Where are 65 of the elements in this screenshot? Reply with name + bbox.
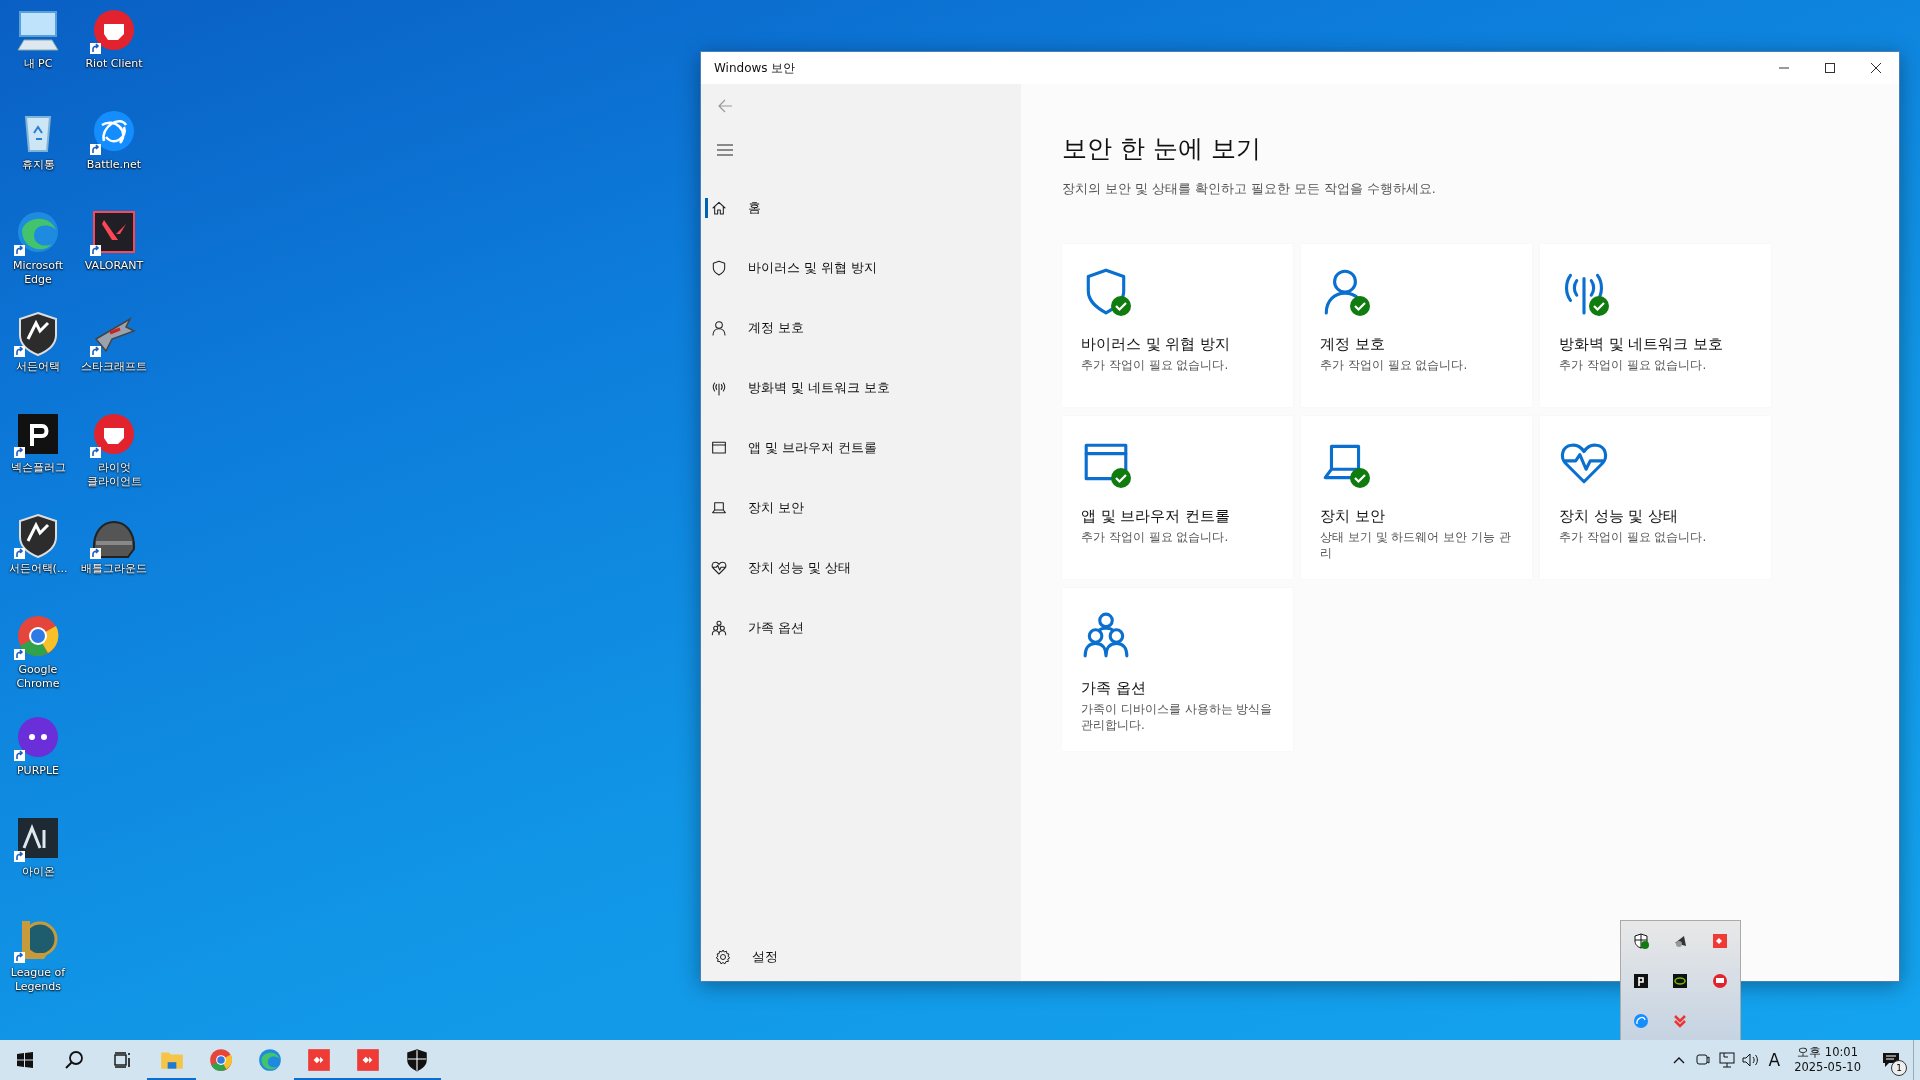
clock[interactable]: 오후 10:01 2025-05-10	[1786, 1040, 1869, 1080]
search-icon	[63, 1050, 84, 1070]
laptop-icon	[711, 500, 727, 516]
nav-item[interactable]: 장치 보안	[705, 498, 1021, 518]
settings-icon	[715, 949, 731, 965]
task-view-icon	[113, 1052, 132, 1068]
browser-icon	[256, 1047, 283, 1073]
antenna-icon	[711, 380, 727, 396]
desktop-icon-label[interactable]: Battle.net	[86, 158, 142, 172]
status-card[interactable]: 앱 및 브라우저 컨트롤 추가 작업이 필요 없습니다.	[1062, 416, 1293, 579]
nav-item[interactable]: 장치 성능 및 상태	[705, 558, 1021, 578]
back-arrow-icon	[717, 98, 733, 114]
family-icon	[711, 620, 727, 636]
app-icon	[90, 208, 138, 256]
home-icon	[711, 200, 727, 216]
app-icon	[354, 1047, 381, 1073]
nav-item[interactable]: 바이러스 및 위협 방지	[705, 258, 1021, 278]
camera-icon	[1695, 1052, 1710, 1068]
browser-window-icon	[711, 440, 727, 456]
caret-icon	[1672, 1056, 1685, 1064]
desktop-icon-label[interactable]: VALORANT	[84, 259, 144, 273]
maximize-icon	[1825, 63, 1835, 73]
volume-icon	[1741, 1052, 1760, 1068]
window-title: Windows 보안	[713, 59, 797, 77]
desktop-icon-label[interactable]: 라이엇 클라이언트	[77, 461, 151, 489]
desktop-icon-label[interactable]: Riot Client	[85, 57, 143, 71]
desktop-icon-label[interactable]: 서든어택(...	[8, 562, 68, 576]
status-card[interactable]: 바이러스 및 위협 방지 추가 작업이 필요 없습니다.	[1062, 244, 1293, 407]
desktop-icon-label[interactable]: 휴지통	[21, 158, 55, 172]
desktop-icon-label[interactable]: PURPLE	[16, 764, 59, 778]
shield-icon	[711, 260, 727, 276]
page-heading: 보안 한 눈에 보기	[1062, 133, 1262, 165]
status-card[interactable]: 방화벽 및 네트워크 보호 추가 작업이 필요 없습니다.	[1540, 244, 1771, 407]
notification-count: 1	[1891, 1060, 1907, 1076]
menu-icon	[717, 144, 733, 156]
desktop-icon-label[interactable]: Google Chrome	[1, 663, 75, 691]
desktop-icon-label[interactable]: 스타크래프트	[81, 360, 147, 374]
status-card[interactable]: 계정 보호 추가 작업이 필요 없습니다.	[1301, 244, 1532, 407]
person-icon	[711, 320, 727, 336]
heart-pulse-icon	[711, 560, 727, 576]
status-card[interactable]: 장치 성능 및 상태 추가 작업이 필요 없습니다.	[1540, 416, 1771, 579]
page-description: 장치의 보안 및 상태를 확인하고 필요한 모든 작업을 수행하세요.	[1062, 181, 1437, 198]
desktop-icon-label[interactable]: 서든어택	[16, 360, 60, 374]
desktop-icon-label[interactable]: 넥슨플러그	[10, 461, 66, 475]
desktop-icon-label[interactable]: Microsoft Edge	[1, 259, 75, 287]
nav-item[interactable]: 앱 및 브라우저 컨트롤	[705, 438, 1021, 458]
download-arrow-icon[interactable]	[1672, 1013, 1689, 1029]
status-card[interactable]: 가족 옵션 가족이 디바이스를 사용하는 방식을 관리합니다.	[1062, 588, 1293, 751]
status-card[interactable]: 장치 보안 상태 보기 및 하드웨어 보안 기능 관리	[1301, 416, 1532, 579]
desktop-icon-label[interactable]: 내 PC	[23, 57, 53, 71]
nav-item[interactable]: 가족 옵션	[705, 618, 1021, 638]
network-icon	[1718, 1052, 1735, 1068]
settings-button[interactable]: 설정	[705, 937, 1021, 977]
shield-icon[interactable]	[1632, 933, 1649, 949]
app-icon	[305, 1047, 332, 1073]
start-icon	[16, 1052, 33, 1068]
nav-item[interactable]: 방화벽 및 네트워크 보호	[705, 378, 1021, 398]
desktop-icon-label[interactable]: 배틀그라운드	[81, 562, 147, 576]
browser-icon	[207, 1047, 234, 1073]
close-icon	[1871, 63, 1881, 73]
nav-item[interactable]: 계정 보호	[705, 318, 1021, 338]
app-icon[interactable]	[1632, 973, 1649, 989]
input-mode-indicator[interactable]: A	[1762, 1040, 1787, 1080]
notification-button[interactable]: 1	[1869, 1040, 1913, 1080]
family-icon	[1081, 610, 1131, 660]
